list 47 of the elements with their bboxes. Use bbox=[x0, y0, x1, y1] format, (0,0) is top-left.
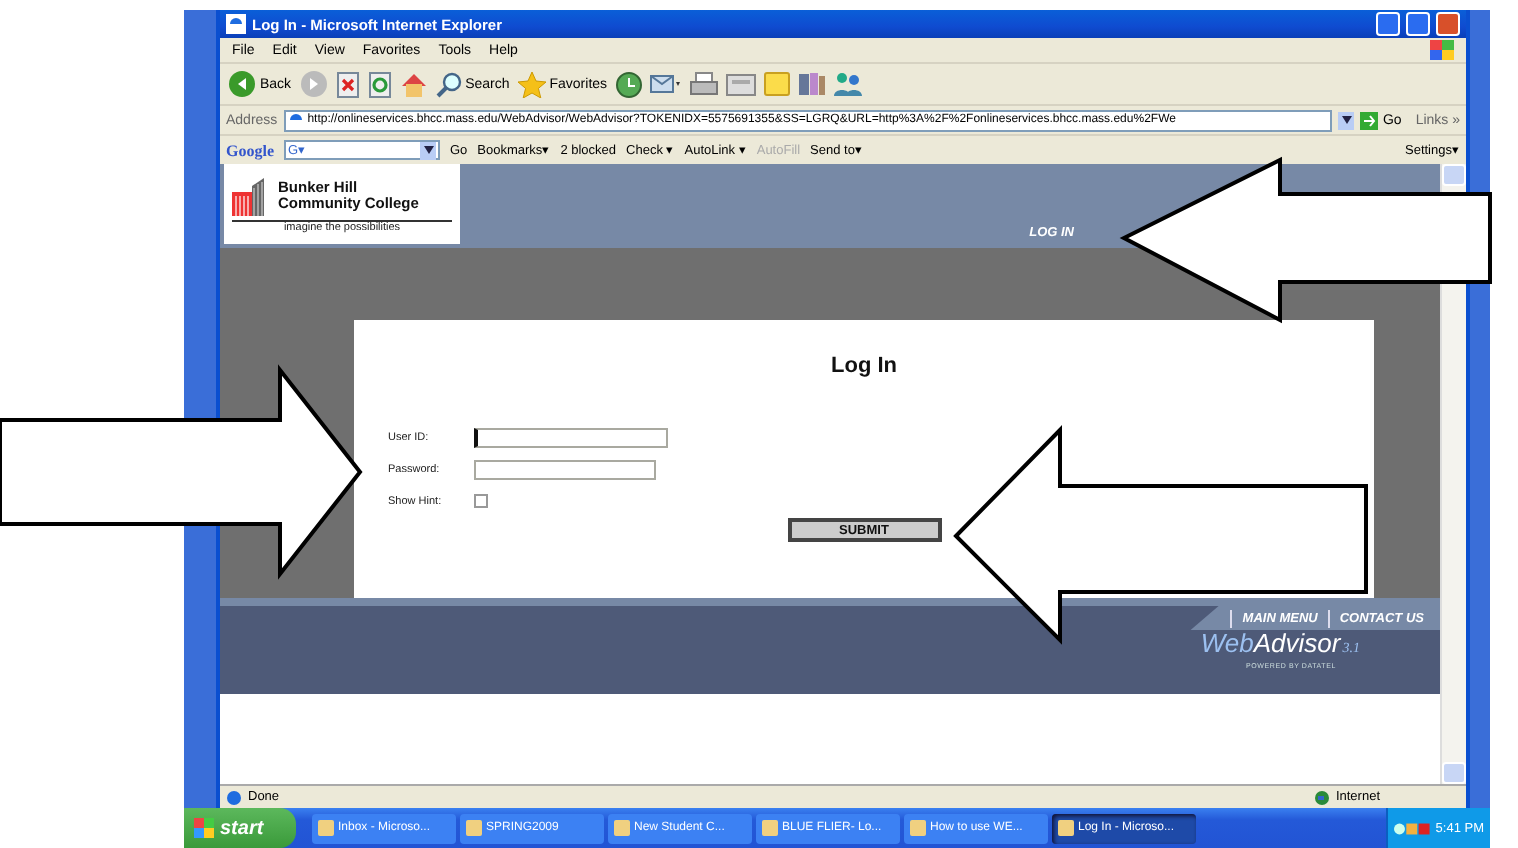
checkbox[interactable] bbox=[474, 494, 488, 508]
home-button[interactable] bbox=[399, 71, 428, 97]
research-button[interactable] bbox=[797, 72, 826, 96]
windows-flag-icon bbox=[1430, 40, 1454, 60]
search-icon bbox=[435, 71, 462, 97]
research-icon bbox=[797, 72, 826, 96]
window-icon bbox=[318, 820, 334, 836]
history-button[interactable] bbox=[615, 71, 642, 97]
window-icon bbox=[910, 820, 926, 836]
minimize-button[interactable] bbox=[1376, 12, 1400, 36]
stop-button[interactable] bbox=[335, 71, 360, 97]
google-logo: Google bbox=[226, 141, 274, 159]
note-button[interactable] bbox=[763, 72, 790, 96]
note-icon bbox=[763, 72, 790, 96]
window-icon bbox=[466, 820, 482, 836]
edit-button[interactable] bbox=[725, 73, 756, 95]
messenger-icon bbox=[833, 72, 862, 96]
window-icon bbox=[762, 820, 778, 836]
mail-icon bbox=[649, 72, 682, 96]
print-button[interactable] bbox=[689, 72, 718, 96]
back-icon bbox=[228, 70, 256, 98]
dropdown-button[interactable] bbox=[1338, 111, 1355, 129]
favorites-icon bbox=[517, 71, 546, 97]
edit-icon bbox=[725, 73, 756, 95]
home-icon bbox=[399, 71, 428, 97]
window-icon bbox=[614, 820, 630, 836]
mail-button[interactable] bbox=[649, 72, 682, 96]
form-title: Log In bbox=[829, 354, 899, 378]
caret-icon bbox=[423, 146, 433, 154]
tray-icons bbox=[1394, 819, 1430, 837]
forward-icon bbox=[299, 70, 328, 98]
password-field[interactable] bbox=[474, 459, 656, 479]
messenger-button[interactable] bbox=[833, 72, 862, 96]
windows-flag-icon bbox=[194, 818, 214, 838]
user-id-field[interactable] bbox=[474, 427, 668, 447]
maximize-button[interactable] bbox=[1406, 12, 1430, 36]
globe-icon bbox=[1313, 789, 1330, 805]
page-icon bbox=[226, 789, 242, 805]
refresh-button[interactable] bbox=[367, 71, 392, 97]
forward-button[interactable] bbox=[299, 70, 328, 98]
print-icon bbox=[689, 72, 718, 96]
window-icon bbox=[1058, 820, 1074, 836]
history-icon bbox=[615, 71, 642, 97]
browser-icon bbox=[226, 14, 246, 34]
refresh-icon bbox=[367, 71, 392, 97]
close-button[interactable] bbox=[1436, 12, 1460, 36]
stop-icon bbox=[335, 71, 360, 97]
